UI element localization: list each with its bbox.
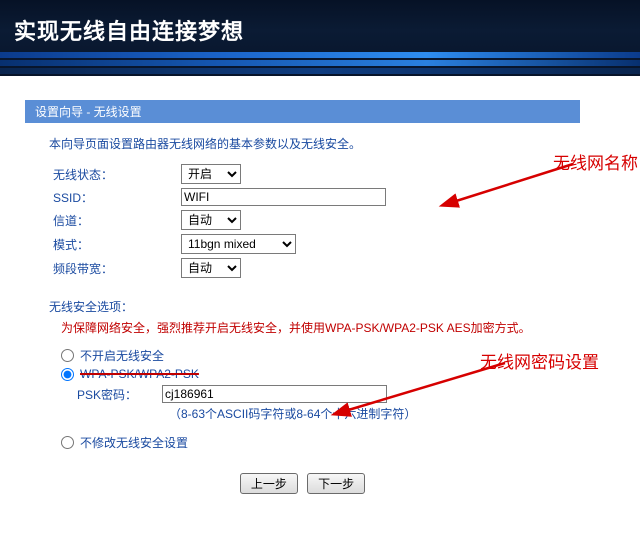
security-option-none[interactable]: 不开启无线安全	[61, 347, 556, 364]
radio-none[interactable]	[61, 349, 74, 362]
panel-intro: 本向导页面设置路由器无线网络的基本参数以及无线安全。	[49, 135, 556, 152]
radio-keep[interactable]	[61, 436, 74, 449]
psk-row: PSK密码：	[77, 385, 556, 403]
security-option-wpa[interactable]: WPA-PSK/WPA2-PSK	[61, 367, 556, 381]
security-warning: 为保障网络安全，强烈推荐开启无线安全，并使用WPA-PSK/WPA2-PSK A…	[61, 319, 556, 337]
security-option-keep[interactable]: 不修改无线安全设置	[61, 434, 556, 451]
channel-select[interactable]: 自动	[181, 210, 241, 230]
next-button[interactable]: 下一步	[307, 473, 365, 494]
bandwidth-select[interactable]: 自动	[181, 258, 241, 278]
bandwidth-label: 频段带宽：	[49, 256, 177, 280]
psk-input[interactable]	[162, 385, 387, 403]
security-title: 无线安全选项：	[49, 298, 556, 315]
mode-select[interactable]: 11bgn mixed	[181, 234, 296, 254]
channel-label: 信道：	[49, 208, 177, 232]
wireless-status-select[interactable]: 开启	[181, 164, 241, 184]
radio-wpa[interactable]	[61, 368, 74, 381]
basic-settings-table: 无线状态： 开启 SSID： 信道： 自动	[49, 162, 556, 280]
prev-button[interactable]: 上一步	[240, 473, 298, 494]
wizard-panel: 设置向导 - 无线设置 本向导页面设置路由器无线网络的基本参数以及无线安全。 无…	[25, 100, 580, 506]
psk-label: PSK密码：	[77, 386, 162, 403]
wireless-status-label: 无线状态：	[49, 162, 177, 186]
nav-button-row: 上一步 下一步	[49, 473, 556, 494]
app-banner: 实现无线自由连接梦想	[0, 0, 640, 76]
ssid-input[interactable]	[181, 188, 386, 206]
radio-wpa-label: WPA-PSK/WPA2-PSK	[80, 367, 199, 381]
ssid-label: SSID：	[49, 186, 177, 208]
banner-stripes	[0, 48, 640, 76]
mode-label: 模式：	[49, 232, 177, 256]
radio-none-label: 不开启无线安全	[80, 347, 164, 364]
radio-keep-label: 不修改无线安全设置	[80, 434, 188, 451]
panel-title: 设置向导 - 无线设置	[25, 100, 580, 123]
psk-hint: （8-63个ASCII码字符或8-64个十六进制字符）	[169, 405, 556, 422]
banner-slogan: 实现无线自由连接梦想	[14, 14, 244, 46]
